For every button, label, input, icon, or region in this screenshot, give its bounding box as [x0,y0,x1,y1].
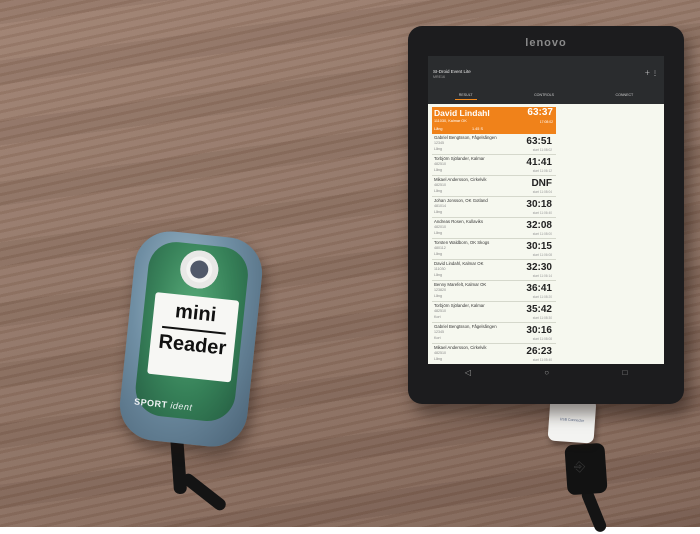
result-name: Gabriel Bengtsson, Fågelsången [434,324,497,329]
result-time: 26:23 [526,346,552,357]
result-club: 482510 [434,309,446,313]
usb-icon: ⎆ [573,457,586,475]
result-meta: start 11:08:04 [532,190,552,194]
result-club: 123820 [434,288,446,292]
result-time: 36:41 [526,283,552,294]
reader-brand-name: SPORT [133,396,169,410]
result-class: Kort [434,315,441,319]
latest-result-club: 111030, Kalmar OK [434,119,467,123]
result-row[interactable]: Gabriel Bengtsson, Fågelsången 12345 Kort 3… [432,323,556,344]
result-class: Lång [434,252,442,256]
app-title: SI-Droid Event Lite [433,69,471,74]
si-mini-reader: mini Reader SPORT ident [116,227,266,451]
result-time: 32:08 [526,220,552,231]
tablet-brand: lenovo [525,37,567,49]
overflow-menu-icon[interactable]: ＋ ⋮ [644,68,658,77]
result-club: 12345 [434,330,444,334]
app-subtitle: MRE16 [433,75,445,79]
result-club: 482510 [434,351,446,355]
latest-result-name: David Lindahl [434,108,490,118]
usb-plug [564,442,608,496]
results-rows: Gabriel Bengtsson, Fågelsången 12345 Lång 6… [432,134,556,364]
result-name: Torbjörn Sjölander, Kalmar [434,156,485,161]
result-club: 482510 [434,162,446,166]
result-name: Gabriel Bengtsson, Fågelsången [434,135,497,140]
result-row[interactable]: Andreas Rosen, Kullaviks 482010 Lång 32:08 s… [432,218,556,239]
result-row[interactable]: Torsten Waldborn, OK Skogs 480112 Lång 30:1… [432,239,556,260]
tab-connect[interactable]: CONNECT [611,91,637,100]
result-club: 12345 [434,141,444,145]
result-club: 481014 [434,204,446,208]
result-row[interactable]: Johan Jonsson, OK Gotland 481014 Lång 30:18… [432,197,556,218]
result-meta: start 11:06:08 [532,253,552,257]
result-row[interactable]: Mikael Andersson, Cirkelvik 482510 Lång DNF… [432,176,556,197]
tab-result[interactable]: RESULT [454,91,477,100]
latest-result-time: 63:37 [527,107,553,118]
result-name: Mikael Andersson, Cirkelvik [434,345,487,350]
result-meta: start 11:08:08 [532,337,552,341]
result-meta: start 11:06:40 [532,211,552,215]
result-class: Lång [434,357,442,361]
result-time: 30:18 [526,199,552,210]
result-time: 32:30 [526,262,552,273]
back-icon[interactable]: ◁ [465,368,471,377]
result-name: David Lindahl, Kalmar OK [434,261,484,266]
result-name: Johan Jonsson, OK Gotland [434,198,488,203]
tab-bar: RESULT CONTROLS CONNECT [428,91,664,100]
result-row[interactable]: Torbjörn Sjölander, Kalmar 482510 Lång 41:4… [432,155,556,176]
result-class: Lång [434,294,442,298]
result-name: Mikael Andersson, Cirkelvik [434,177,487,182]
app-bar: SI-Droid Event Lite MRE16 ＋ ⋮ RESULT CON… [428,56,664,104]
result-class: Lång [434,147,442,151]
latest-result-note: 1.45 S [472,127,483,131]
result-time: 63:51 [526,136,552,147]
result-meta: start 11:08:02 [532,148,552,152]
latest-result-meta: 17:08:02 [539,120,553,124]
result-club: 482010 [434,225,446,229]
result-class: Lång [434,273,442,277]
tablet-screen: SI-Droid Event Lite MRE16 ＋ ⋮ RESULT CON… [428,56,664,364]
result-class: Lång [434,231,442,235]
result-class: Kort [434,336,441,340]
result-meta: start 11:06:14 [532,274,552,278]
reader-label: mini Reader [147,292,240,383]
tab-controls[interactable]: CONTROLS [530,91,558,100]
result-time: 35:42 [526,304,552,315]
recents-icon[interactable]: □ [622,368,627,377]
reader-brand-suffix: ident [169,400,193,413]
result-name: Andreas Rosen, Kullaviks [434,219,483,224]
android-nav-bar: ◁ ○ □ [428,365,664,379]
result-class: Lång [434,168,442,172]
reader-label-line1: mini [174,300,218,327]
tablet: lenovo SI-Droid Event Lite MRE16 ＋ ⋮ RES… [408,26,684,404]
result-class: Lång [434,210,442,214]
result-club: 482510 [434,183,446,187]
latest-result-row[interactable]: David Lindahl 63:37 111030, Kalmar OK 17… [432,107,556,134]
result-row[interactable]: David Lindahl, Kalmar OK 111030 Lång 32:30 s… [432,260,556,281]
result-club: 480112 [434,246,446,250]
result-meta: start 11:08:00 [532,232,552,236]
result-class: Lång [434,189,442,193]
result-name: Torsten Waldborn, OK Skogs [434,240,490,245]
result-time: 30:15 [526,241,552,252]
result-time: DNF [531,178,552,189]
home-icon[interactable]: ○ [544,368,549,377]
result-row[interactable]: Benny Marefelt, Kalmar OK 123820 Lång 36:41… [432,281,556,302]
result-time: 30:16 [526,325,552,336]
result-row[interactable]: Torbjörn Sjölander, Kalmar 482510 Kort 35:4… [432,302,556,323]
reader-label-line2: Reader [157,330,228,360]
result-meta: start 11:08:30 [532,316,552,320]
result-meta: start 11:08:20 [532,295,552,299]
result-club: 111030 [434,267,446,271]
result-name: Benny Marefelt, Kalmar OK [434,282,487,287]
result-time: 41:41 [526,157,552,168]
result-meta: start 11:05:40 [532,358,552,362]
usb-adapter-text: USB Connector [559,417,585,423]
result-meta: start 11:06:12 [532,169,552,173]
latest-result-class: Lång [434,127,443,131]
result-name: Torbjörn Sjölander, Kalmar [434,303,485,308]
result-row[interactable]: Gabriel Bengtsson, Fågelsången 12345 Lång 6… [432,134,556,155]
results-list: David Lindahl 63:37 111030, Kalmar OK 17… [432,107,556,364]
result-row[interactable]: Mikael Andersson, Cirkelvik 482510 Lång 26:… [432,344,556,364]
